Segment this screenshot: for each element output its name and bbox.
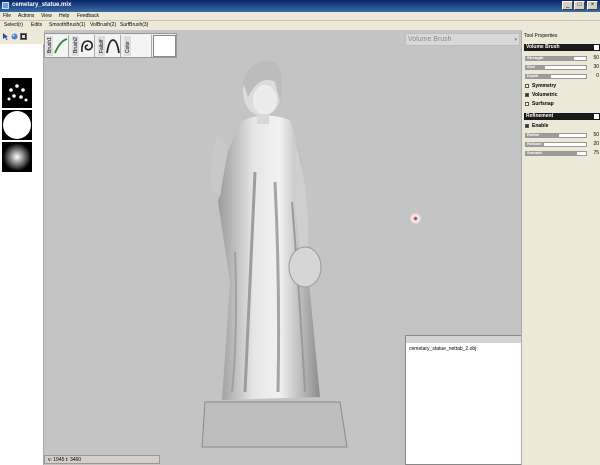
gradient-falloff-thumbnail[interactable] [2, 142, 32, 172]
symmetry-box[interactable] [525, 84, 529, 88]
strength-value: 50 [593, 55, 599, 61]
refinement-section-title: Refinement [526, 113, 554, 119]
brush-1-label: Brush1 [47, 37, 53, 53]
dots-pattern-icon [7, 84, 28, 102]
menu-actions[interactable]: Actions [18, 13, 34, 19]
size-slider[interactable]: Size 30 [525, 64, 599, 70]
color-label-bar: Color [124, 36, 131, 56]
depth-label: Depth [527, 73, 539, 78]
line-curve-icon [54, 38, 68, 54]
brush-cursor-icon [410, 213, 421, 224]
tab-edits[interactable]: Edits [30, 22, 43, 29]
tool-properties-panel: Tool Properties Volume Brush Strength 50… [521, 30, 600, 465]
size-label: Size [527, 64, 536, 69]
menu-feedback[interactable]: Feedback [77, 13, 99, 19]
smooth-label: Smooth [527, 150, 542, 155]
tab-surf-brush[interactable]: SurfBrush(3) [119, 22, 149, 29]
brush-type-label: Volume Brush [408, 36, 452, 43]
refine-value: 50 [593, 132, 599, 138]
sphere-brush-thumbnail[interactable] [2, 110, 32, 140]
falloff-label-bar: Falloff [98, 36, 105, 56]
dots-brush-thumbnail[interactable] [2, 78, 32, 108]
volumetric-checkbox[interactable]: Volumetric [525, 92, 599, 98]
refine-slider[interactable]: Refine 50 [525, 132, 599, 138]
symmetry-checkbox[interactable]: Symmetry [525, 83, 599, 89]
document-panel: cemetary_statue_nettab_2.obj [405, 335, 522, 465]
window-title: cemetary_statue.mix [12, 2, 72, 8]
refinement-section-header[interactable]: Refinement [524, 113, 600, 120]
surfsnap-checkbox[interactable]: Surfsnap [525, 101, 599, 107]
app-icon [2, 2, 9, 9]
brush-2-tile[interactable]: Brush2 [72, 35, 95, 57]
sphere-icon[interactable] [11, 33, 18, 40]
close-button[interactable]: × [587, 1, 598, 10]
tab-vol-brush[interactable]: VolBrush(2) [89, 22, 117, 29]
status-bar: v: 1945 t: 3460 [44, 455, 160, 464]
menu-view[interactable]: View [41, 13, 52, 19]
enable-checkbox[interactable]: Enable [525, 123, 599, 129]
enable-label: Enable [532, 123, 549, 129]
brush-4-tile[interactable]: Color [124, 35, 152, 57]
surfsnap-box[interactable] [525, 102, 529, 106]
volume-brush-section-header[interactable]: Volume Brush [524, 44, 600, 51]
depth-value: 0 [596, 73, 599, 79]
tab-select[interactable]: Select(r) [3, 22, 24, 29]
falloff-label: Falloff [99, 39, 105, 53]
statue-mesh[interactable] [200, 52, 350, 452]
brush-type-dropdown[interactable]: Volume Brush ▾ [405, 33, 520, 46]
brush-2-label-bar: Brush2 [72, 36, 79, 56]
refine-label: Refine [527, 132, 540, 137]
brush-3-tile[interactable]: Falloff [98, 35, 121, 57]
menu-file[interactable]: File [3, 13, 11, 19]
minimize-button[interactable]: _ [562, 1, 573, 10]
status-text: v: 1945 t: 3460 [48, 457, 82, 463]
falloff-curve-icon [106, 39, 120, 54]
title-bar: cemetary_statue.mix _ □ × [0, 0, 600, 12]
surfsnap-label: Surfsnap [532, 101, 554, 107]
brush-1-label-bar: Brush1 [46, 36, 53, 56]
document-tab[interactable]: cemetary_statue_nettab_2.obj [409, 346, 476, 352]
symmetry-label: Symmetry [532, 83, 557, 89]
chevron-down-icon: ▾ [514, 37, 517, 43]
tool-properties-header: Tool Properties [524, 33, 558, 39]
reduce-value: 20 [593, 141, 599, 147]
enable-box[interactable] [525, 124, 529, 128]
brush-2-label: Brush2 [73, 37, 79, 53]
collapse-icon[interactable] [594, 45, 599, 50]
color-swatch[interactable] [153, 35, 176, 57]
volumetric-label: Volumetric [532, 92, 558, 98]
brush-thumbnail-panel [0, 44, 44, 465]
color-label: Color [125, 41, 131, 53]
reduce-label: Reduce [527, 141, 542, 146]
smooth-slider[interactable]: Smooth 75 [525, 150, 599, 156]
tab-smooth-brush[interactable]: SmoothBrush(1) [48, 22, 86, 29]
maximize-button[interactable]: □ [574, 1, 585, 10]
menu-bar: File Actions View Help Feedback [0, 12, 600, 21]
select-cursor-icon[interactable] [2, 33, 9, 40]
depth-slider[interactable]: Depth 0 [525, 73, 599, 79]
sphere-pattern-icon [3, 111, 31, 139]
left-toolbar [0, 30, 44, 44]
strength-slider[interactable]: Strength 50 [525, 55, 599, 61]
brush-strip: Brush1 Brush2 Falloff Color [44, 33, 177, 58]
square-icon[interactable] [20, 33, 27, 40]
tool-tab-bar: Select(r) Edits SmoothBrush(1) VolBrush(… [0, 21, 160, 30]
smooth-value: 75 [593, 150, 599, 156]
reduce-slider[interactable]: Reduce 20 [525, 141, 599, 147]
collapse-icon[interactable] [594, 114, 599, 119]
menu-help[interactable]: Help [59, 13, 69, 19]
volumetric-box[interactable] [525, 93, 529, 97]
document-panel-header [406, 336, 521, 343]
radial-gradient-icon [3, 143, 31, 171]
brush-1-tile[interactable]: Brush1 [46, 35, 69, 57]
size-value: 30 [593, 64, 599, 70]
volume-brush-section-title: Volume Brush [526, 44, 560, 50]
spiral-curve-icon [81, 40, 93, 53]
strength-label: Strength [527, 55, 544, 60]
